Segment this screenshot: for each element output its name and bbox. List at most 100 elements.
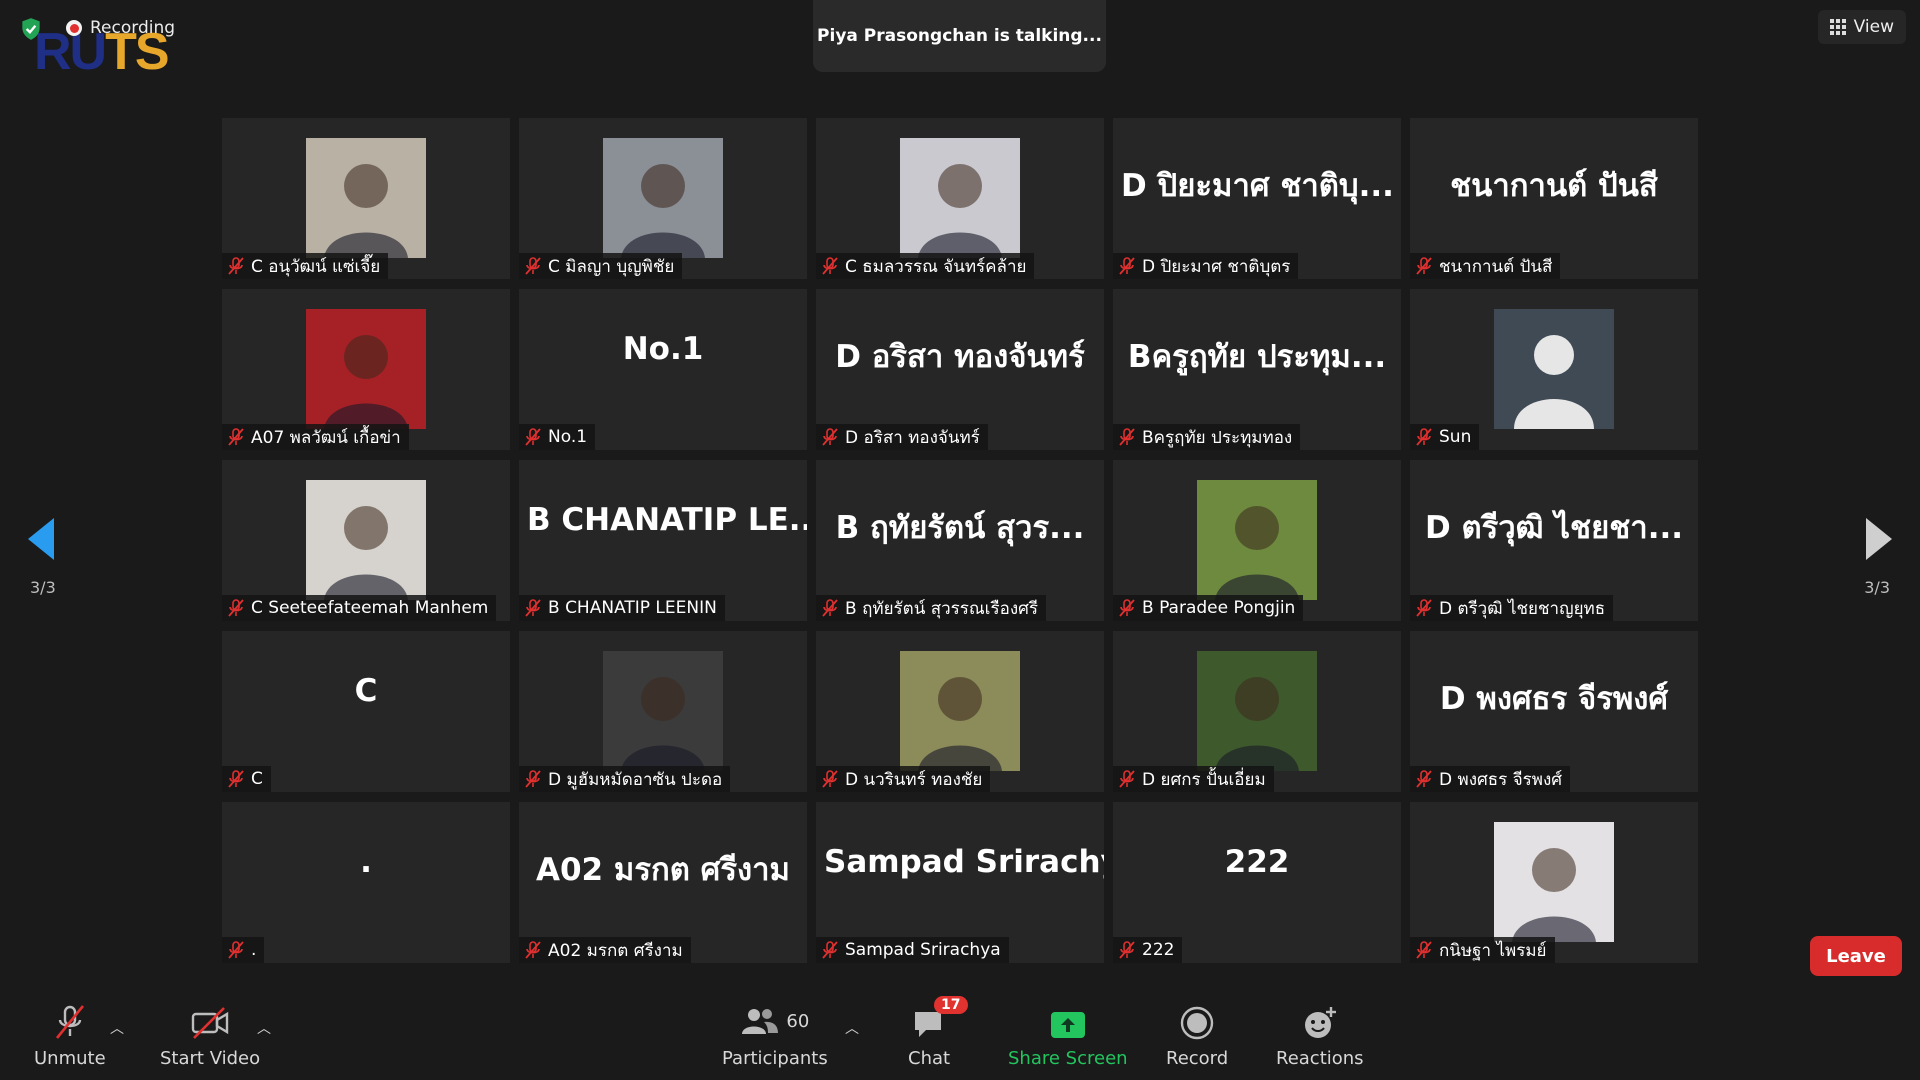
participant-display-name: D ปิยะมาศ ชาติบุ... — [1121, 168, 1394, 204]
participant-tile[interactable]: D ตรีวุฒิ ไชยชา... D ตรีวุฒิ ไชยชาญยุทธ — [1410, 460, 1698, 621]
participants-icon — [742, 1009, 779, 1034]
participant-nameplate: Sampad Srirachya — [816, 937, 1009, 963]
reactions-button[interactable]: Reactions — [1276, 1002, 1364, 1069]
participant-tile[interactable]: C Seeteefateemah Manhem — [222, 460, 510, 621]
microphone-muted-icon — [1117, 940, 1137, 960]
participant-tile[interactable]: No.1 No.1 — [519, 289, 807, 450]
participant-tile[interactable]: Sun — [1410, 289, 1698, 450]
view-label: View — [1853, 17, 1894, 37]
previous-page-arrow-icon[interactable] — [28, 518, 54, 560]
next-page-arrow-icon[interactable] — [1866, 518, 1892, 560]
leave-label: Leave — [1826, 945, 1886, 967]
participant-nameplate: No.1 — [519, 424, 596, 450]
participant-tile[interactable]: C อนุวัฒน์ แซ่เจี๊ย — [222, 118, 510, 279]
participant-nameplate: C อนุวัฒน์ แซ่เจี๊ย — [222, 253, 389, 279]
participant-name: C — [251, 769, 263, 789]
video-options-chevron-up-icon[interactable]: ︿ — [257, 1018, 271, 1038]
start-video-button[interactable]: Start Video — [160, 1002, 260, 1069]
microphone-muted-icon — [523, 598, 543, 618]
microphone-muted-icon — [820, 940, 840, 960]
chat-label: Chat — [908, 1048, 951, 1069]
security-shield-icon[interactable] — [18, 16, 44, 42]
participant-tile[interactable]: D มูฮัมหมัดอาซัน ปะดอ — [519, 631, 807, 792]
participant-tile[interactable]: D พงศธร จีรพงศ์ D พงศธร จีรพงศ์ — [1410, 631, 1698, 792]
recording-indicator[interactable]: Recording — [66, 18, 175, 38]
participant-display-name: Sampad Srirachya — [824, 844, 1104, 880]
participants-options-chevron-up-icon[interactable]: ︿ — [845, 1018, 859, 1038]
start-video-label: Start Video — [160, 1048, 261, 1069]
page-indicator-right: 3/3 — [1864, 578, 1890, 597]
participant-display-name: 222 — [1224, 844, 1290, 880]
view-button[interactable]: View — [1817, 10, 1906, 44]
participant-video-frame — [1197, 480, 1317, 600]
meeting-toolbar — [0, 980, 1920, 1080]
participant-tile[interactable]: 222 222 — [1113, 802, 1401, 963]
audio-options-chevron-up-icon[interactable]: ︿ — [110, 1018, 124, 1038]
participant-name: A02 มรกต ศรีงาม — [548, 940, 683, 961]
participant-name: D ยศกร ปั้นเอี่ยม — [1142, 769, 1266, 790]
participant-nameplate: A02 มรกต ศรีงาม — [519, 937, 691, 963]
participant-tile[interactable]: D ยศกร ปั้นเอี่ยม — [1113, 631, 1401, 792]
participant-tile[interactable]: D ปิยะมาศ ชาติบุ... D ปิยะมาศ ชาติบุตร — [1113, 118, 1401, 279]
participant-name: C อนุวัฒน์ แซ่เจี๊ย — [251, 256, 381, 277]
smiley-plus-icon — [1302, 1002, 1338, 1040]
reactions-label: Reactions — [1276, 1048, 1364, 1069]
participant-tile[interactable]: A02 มรกต ศรีงาม A02 มรกต ศรีงาม — [519, 802, 807, 963]
page-indicator-left: 3/3 — [30, 578, 56, 597]
participant-video-frame — [306, 309, 426, 429]
unmute-button[interactable]: Unmute — [34, 1002, 106, 1069]
leave-button[interactable]: Leave — [1810, 936, 1902, 976]
chat-button[interactable]: 17 Chat — [908, 996, 968, 1069]
microphone-muted-icon — [1414, 598, 1434, 618]
participant-tile[interactable]: ชนากานต์ ปันสี ชนากานต์ ปันสี — [1410, 118, 1698, 279]
participant-nameplate: B ฤทัยรัตน์ สุวรรณเรืองศรี — [816, 595, 1047, 621]
microphone-muted-icon — [1117, 598, 1137, 618]
participant-name: Sun — [1439, 427, 1472, 447]
active-speaker-text: Piya Prasongchan is talking... — [817, 26, 1102, 46]
participant-name: C มิลญา บุญพิชัย — [548, 256, 675, 277]
participant-tile[interactable]: B Paradee Pongjin — [1113, 460, 1401, 621]
microphone-muted-icon — [226, 427, 246, 447]
share-screen-label: Share Screen — [1008, 1048, 1128, 1069]
participant-tile[interactable]: .. — [222, 802, 510, 963]
participants-button[interactable]: 60 Participants — [722, 1002, 828, 1069]
participant-nameplate: Sun — [1410, 424, 1480, 450]
participant-display-name: D พงศธร จีรพงศ์ — [1439, 681, 1669, 717]
active-speaker-banner: Piya Prasongchan is talking... — [813, 0, 1106, 72]
participant-video-frame — [1197, 651, 1317, 771]
participant-tile[interactable]: C มิลญา บุญพิชัย — [519, 118, 807, 279]
participant-tile[interactable]: Bครูฤทัย ประทุม... Bครูฤทัย ประทุมทอง — [1113, 289, 1401, 450]
participant-nameplate: D นวรินทร์ ทองชัย — [816, 766, 991, 792]
participant-nameplate: B Paradee Pongjin — [1113, 595, 1304, 621]
participant-tile[interactable]: กนิษฐา ไพรมย์ — [1410, 802, 1698, 963]
participant-tile[interactable]: CC — [222, 631, 510, 792]
microphone-muted-icon — [820, 598, 840, 618]
participant-name: . — [251, 940, 257, 960]
participant-video-frame — [603, 651, 723, 771]
participant-name: No.1 — [548, 427, 588, 447]
participant-tile[interactable]: B CHANATIP LE... B CHANATIP LEENIN — [519, 460, 807, 621]
participant-nameplate: D มูฮัมหมัดอาซัน ปะดอ — [519, 766, 731, 792]
participant-name: D มูฮัมหมัดอาซัน ปะดอ — [548, 769, 723, 790]
participant-video-frame — [603, 138, 723, 258]
participant-tile[interactable]: Sampad Srirachya Sampad Srirachya — [816, 802, 1104, 963]
participant-tile[interactable]: C ธมลวรรณ จันทร์คล้าย — [816, 118, 1104, 279]
participant-nameplate: . — [222, 937, 265, 963]
participant-name: ชนากานต์ ปันสี — [1439, 256, 1553, 277]
participant-name: C Seeteefateemah Manhem — [251, 598, 489, 618]
participant-nameplate: 222 — [1113, 937, 1183, 963]
participant-tile[interactable]: A07 พลวัฒน์ เกื้อข่า — [222, 289, 510, 450]
participant-display-name: D อริสา ทองจันทร์ — [835, 339, 1085, 375]
participant-count: 60 — [786, 1010, 810, 1032]
microphone-muted-icon — [523, 427, 543, 447]
participant-tile[interactable]: D อริสา ทองจันทร์ D อริสา ทองจันทร์ — [816, 289, 1104, 450]
participant-name: B CHANATIP LEENIN — [548, 598, 717, 618]
microphone-muted-icon — [820, 256, 840, 276]
microphone-muted-icon — [1414, 427, 1434, 447]
share-screen-button[interactable]: Share Screen — [1008, 1002, 1128, 1069]
record-button[interactable]: Record — [1166, 1002, 1228, 1069]
record-icon — [1180, 1002, 1214, 1040]
participant-tile[interactable]: B ฤทัยรัตน์ สุวร... B ฤทัยรัตน์ สุวรรณเรื… — [816, 460, 1104, 621]
participant-tile[interactable]: D นวรินทร์ ทองชัย — [816, 631, 1104, 792]
participant-display-name: . — [360, 844, 372, 880]
